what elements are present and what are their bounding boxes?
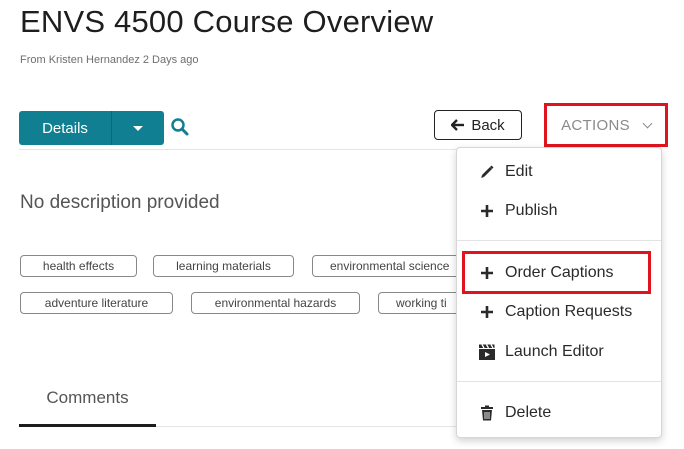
order-captions-highlight-box (462, 251, 651, 294)
toolbar-divider (19, 149, 459, 150)
plus-icon (472, 305, 502, 319)
tag[interactable]: learning materials (153, 255, 294, 277)
menu-divider (457, 381, 661, 382)
menu-item-caption-requests[interactable]: Caption Requests (457, 296, 661, 328)
tag[interactable]: working ti (378, 292, 462, 314)
menu-item-publish[interactable]: Publish (457, 195, 661, 227)
chevron-down-icon (642, 118, 653, 128)
actions-button[interactable]: ACTIONS (550, 110, 662, 140)
tag[interactable]: environmental science (312, 255, 462, 277)
menu-item-label: Launch Editor (505, 343, 604, 360)
trash-icon (472, 405, 502, 421)
back-button[interactable]: Back (434, 110, 522, 140)
arrow-left-icon (451, 119, 465, 131)
pencil-icon (472, 164, 502, 180)
plus-icon (472, 204, 502, 218)
menu-divider (457, 240, 661, 241)
clapperboard-icon (472, 343, 502, 361)
tag[interactable]: environmental hazards (191, 292, 360, 314)
back-button-label: Back (471, 116, 505, 134)
menu-item-label: Publish (505, 202, 558, 219)
tab-comments-label: Comments (46, 388, 129, 407)
tab-comments[interactable]: Comments (19, 388, 156, 426)
media-byline: From Kristen Hernandez 2 Days ago (20, 54, 199, 66)
tabs-divider (156, 426, 456, 427)
caret-down-icon (133, 125, 143, 131)
details-dropdown-toggle[interactable] (112, 111, 164, 145)
details-button[interactable]: Details (19, 111, 111, 145)
menu-item-edit[interactable]: Edit (457, 156, 661, 188)
media-description: No description provided (20, 192, 220, 213)
tag[interactable]: health effects (20, 255, 137, 277)
menu-item-launch-editor[interactable]: Launch Editor (457, 336, 661, 368)
menu-item-label: Edit (505, 163, 533, 180)
details-button-group: Details (19, 111, 164, 145)
menu-item-delete[interactable]: Delete (457, 397, 661, 429)
page-title: ENVS 4500 Course Overview (20, 4, 434, 39)
menu-item-label: Caption Requests (505, 303, 633, 320)
search-icon[interactable] (170, 117, 190, 137)
actions-button-label: ACTIONS (561, 116, 630, 134)
active-tab-indicator (19, 424, 156, 427)
tag[interactable]: adventure literature (20, 292, 173, 314)
menu-item-label: Delete (505, 404, 552, 421)
